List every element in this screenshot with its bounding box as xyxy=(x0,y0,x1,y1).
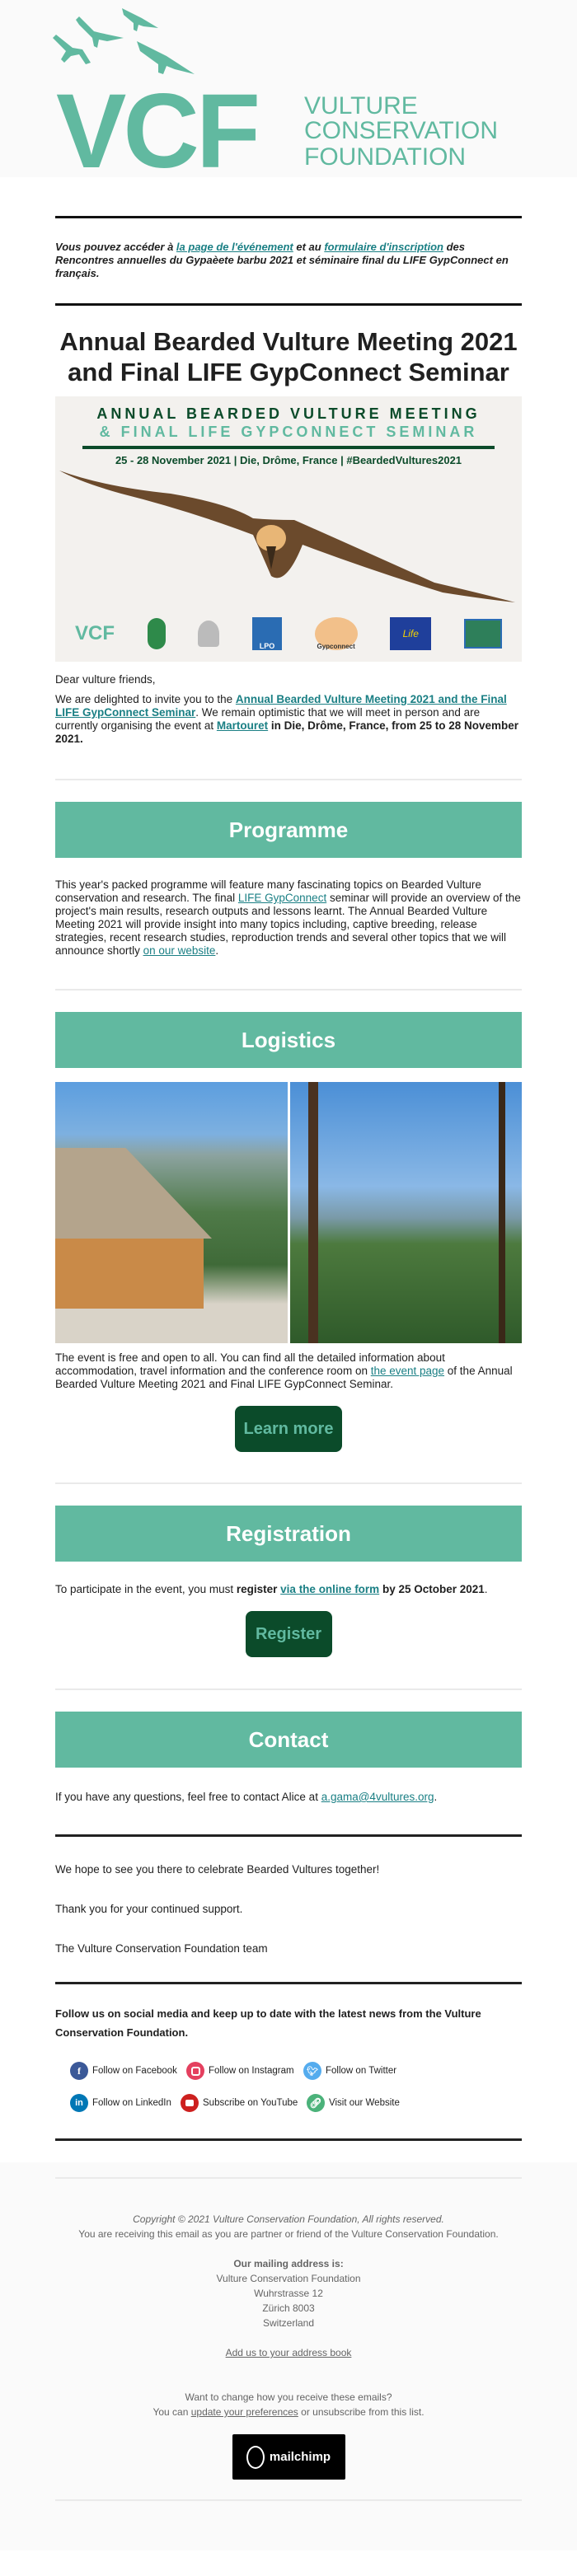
divider xyxy=(55,779,522,780)
programme-header: Programme xyxy=(55,802,522,858)
martouret-link[interactable]: Martouret xyxy=(217,719,268,732)
register-button[interactable]: Register xyxy=(245,1611,332,1657)
divider xyxy=(55,1982,522,1984)
registration-header: Registration xyxy=(55,1506,522,1562)
contact-text: If you have any questions, feel free to … xyxy=(55,1791,438,1803)
social-intro: Follow us on social media and keep up to… xyxy=(55,2007,481,2039)
contact-header: Contact xyxy=(55,1712,522,1768)
facebook-icon: f xyxy=(70,2062,88,2080)
partner-logo-lpo: LPO xyxy=(251,617,282,650)
address-line: Switzerland xyxy=(262,2317,315,2329)
page-title: Annual Bearded Vulture Meeting 2021 and … xyxy=(59,327,518,386)
change-emails-text: Want to change how you receive these ema… xyxy=(185,2391,392,2403)
registration-form-link-fr[interactable]: formulaire d'inscription xyxy=(324,241,443,253)
divider xyxy=(55,303,522,306)
website-link[interactable]: on our website xyxy=(143,944,216,957)
divider xyxy=(55,2177,522,2179)
vultures-flock-icon xyxy=(53,8,195,74)
address-line: Zürich 8003 xyxy=(262,2302,315,2314)
divider xyxy=(55,1688,522,1690)
social-link-instagram[interactable]: Follow on Instagram xyxy=(186,2062,303,2080)
subscription-reason: You are receiving this email as you are … xyxy=(78,2228,499,2240)
divider xyxy=(55,1482,522,1484)
partner-logo-parc-vercors xyxy=(147,618,166,649)
learn-more-button[interactable]: Learn more xyxy=(235,1406,342,1452)
add-address-book-link[interactable]: Add us to your address book xyxy=(226,2347,352,2358)
social-link-linkedin[interactable]: in Follow on LinkedIn xyxy=(70,2094,186,2112)
venue-photos xyxy=(55,1082,522,1343)
footer: Copyright © 2021 Vulture Conservation Fo… xyxy=(0,2162,577,2550)
greeting: Dear vulture friends, xyxy=(55,673,156,686)
mailchimp-badge[interactable]: mailchimp xyxy=(232,2434,345,2480)
vcf-logo: VCF VULTURE CONSERVATION FOUNDATION xyxy=(53,8,498,177)
address-line: Vulture Conservation Foundation xyxy=(216,2273,361,2284)
partner-logo-vcf: VCF xyxy=(75,622,115,644)
update-preferences-link[interactable]: update your preferences xyxy=(191,2406,298,2418)
social-link-facebook[interactable]: f Follow on Facebook xyxy=(70,2062,186,2080)
linkedin-icon: in xyxy=(70,2094,88,2112)
programme-text: This year's packed programme will featur… xyxy=(55,878,521,957)
social-link-twitter[interactable]: 🐦︎ Follow on Twitter xyxy=(303,2062,419,2080)
event-page-link-fr[interactable]: la page de l'événement xyxy=(176,241,293,253)
logistics-text: The event is free and open to all. You c… xyxy=(55,1351,513,1390)
online-form-link[interactable]: via the online form xyxy=(280,1583,379,1595)
event-banner-image[interactable]: ANNUAL BEARDED VULTURE MEETING & FINAL L… xyxy=(55,396,522,662)
life-gypconnect-link[interactable]: LIFE GypConnect xyxy=(238,892,326,904)
instagram-icon xyxy=(186,2062,204,2080)
divider xyxy=(55,216,522,218)
event-page-link[interactable]: the event page xyxy=(371,1365,444,1377)
twitter-icon: 🐦︎ xyxy=(303,2062,321,2080)
venue-landscape-photo xyxy=(289,1082,522,1343)
french-notice: Vous pouvez accéder à la page de l'événe… xyxy=(55,241,509,279)
preferences-text: You can update your preferences or unsub… xyxy=(152,2406,425,2418)
partner-logo-natura2000 xyxy=(463,619,502,649)
closing-line-1: We hope to see you there to celebrate Be… xyxy=(55,1863,380,1876)
logo-line-3: FOUNDATION xyxy=(304,143,466,171)
venue-building-photo xyxy=(55,1082,288,1343)
partner-logo-vautours-baronnies xyxy=(198,621,220,647)
divider xyxy=(55,1834,522,1837)
youtube-icon xyxy=(181,2094,199,2112)
link-icon: 🔗︎ xyxy=(307,2094,325,2112)
social-links: f Follow on Facebook Follow on Instagram… xyxy=(55,2062,522,2112)
mailing-address-label: Our mailing address is: xyxy=(233,2258,344,2269)
intro-paragraph: We are delighted to invite you to the An… xyxy=(55,693,518,745)
logo-line-2: CONSERVATION xyxy=(304,117,498,144)
partner-logos: VCF LPO Gypconnect Life xyxy=(75,617,502,650)
social-link-youtube[interactable]: Subscribe on YouTube xyxy=(181,2094,303,2112)
address-line: Wuhrstrasse 12 xyxy=(254,2288,323,2299)
mailchimp-freddie-icon xyxy=(246,2445,265,2469)
copyright: Copyright © 2021 Vulture Conservation Fo… xyxy=(133,2213,444,2225)
logo-line-1: VULTURE xyxy=(304,92,418,119)
contact-email-link[interactable]: a.gama@4vultures.org xyxy=(321,1791,434,1803)
logistics-header: Logistics xyxy=(55,1012,522,1068)
social-link-website[interactable]: 🔗︎ Visit our Website xyxy=(307,2094,419,2112)
divider xyxy=(55,989,522,991)
closing-line-2: Thank you for your continued support. xyxy=(55,1903,243,1915)
partner-logo-eu-life: Life xyxy=(390,617,432,650)
registration-text: To participate in the event, you must re… xyxy=(55,1583,488,1595)
partner-logo-gypconnect: Gypconnect xyxy=(314,617,358,650)
closing-signature: The Vulture Conservation Foundation team xyxy=(55,1942,268,1955)
header-logo-area: VCF VULTURE CONSERVATION FOUNDATION xyxy=(0,0,577,177)
logo-letters: VCF xyxy=(56,73,257,177)
